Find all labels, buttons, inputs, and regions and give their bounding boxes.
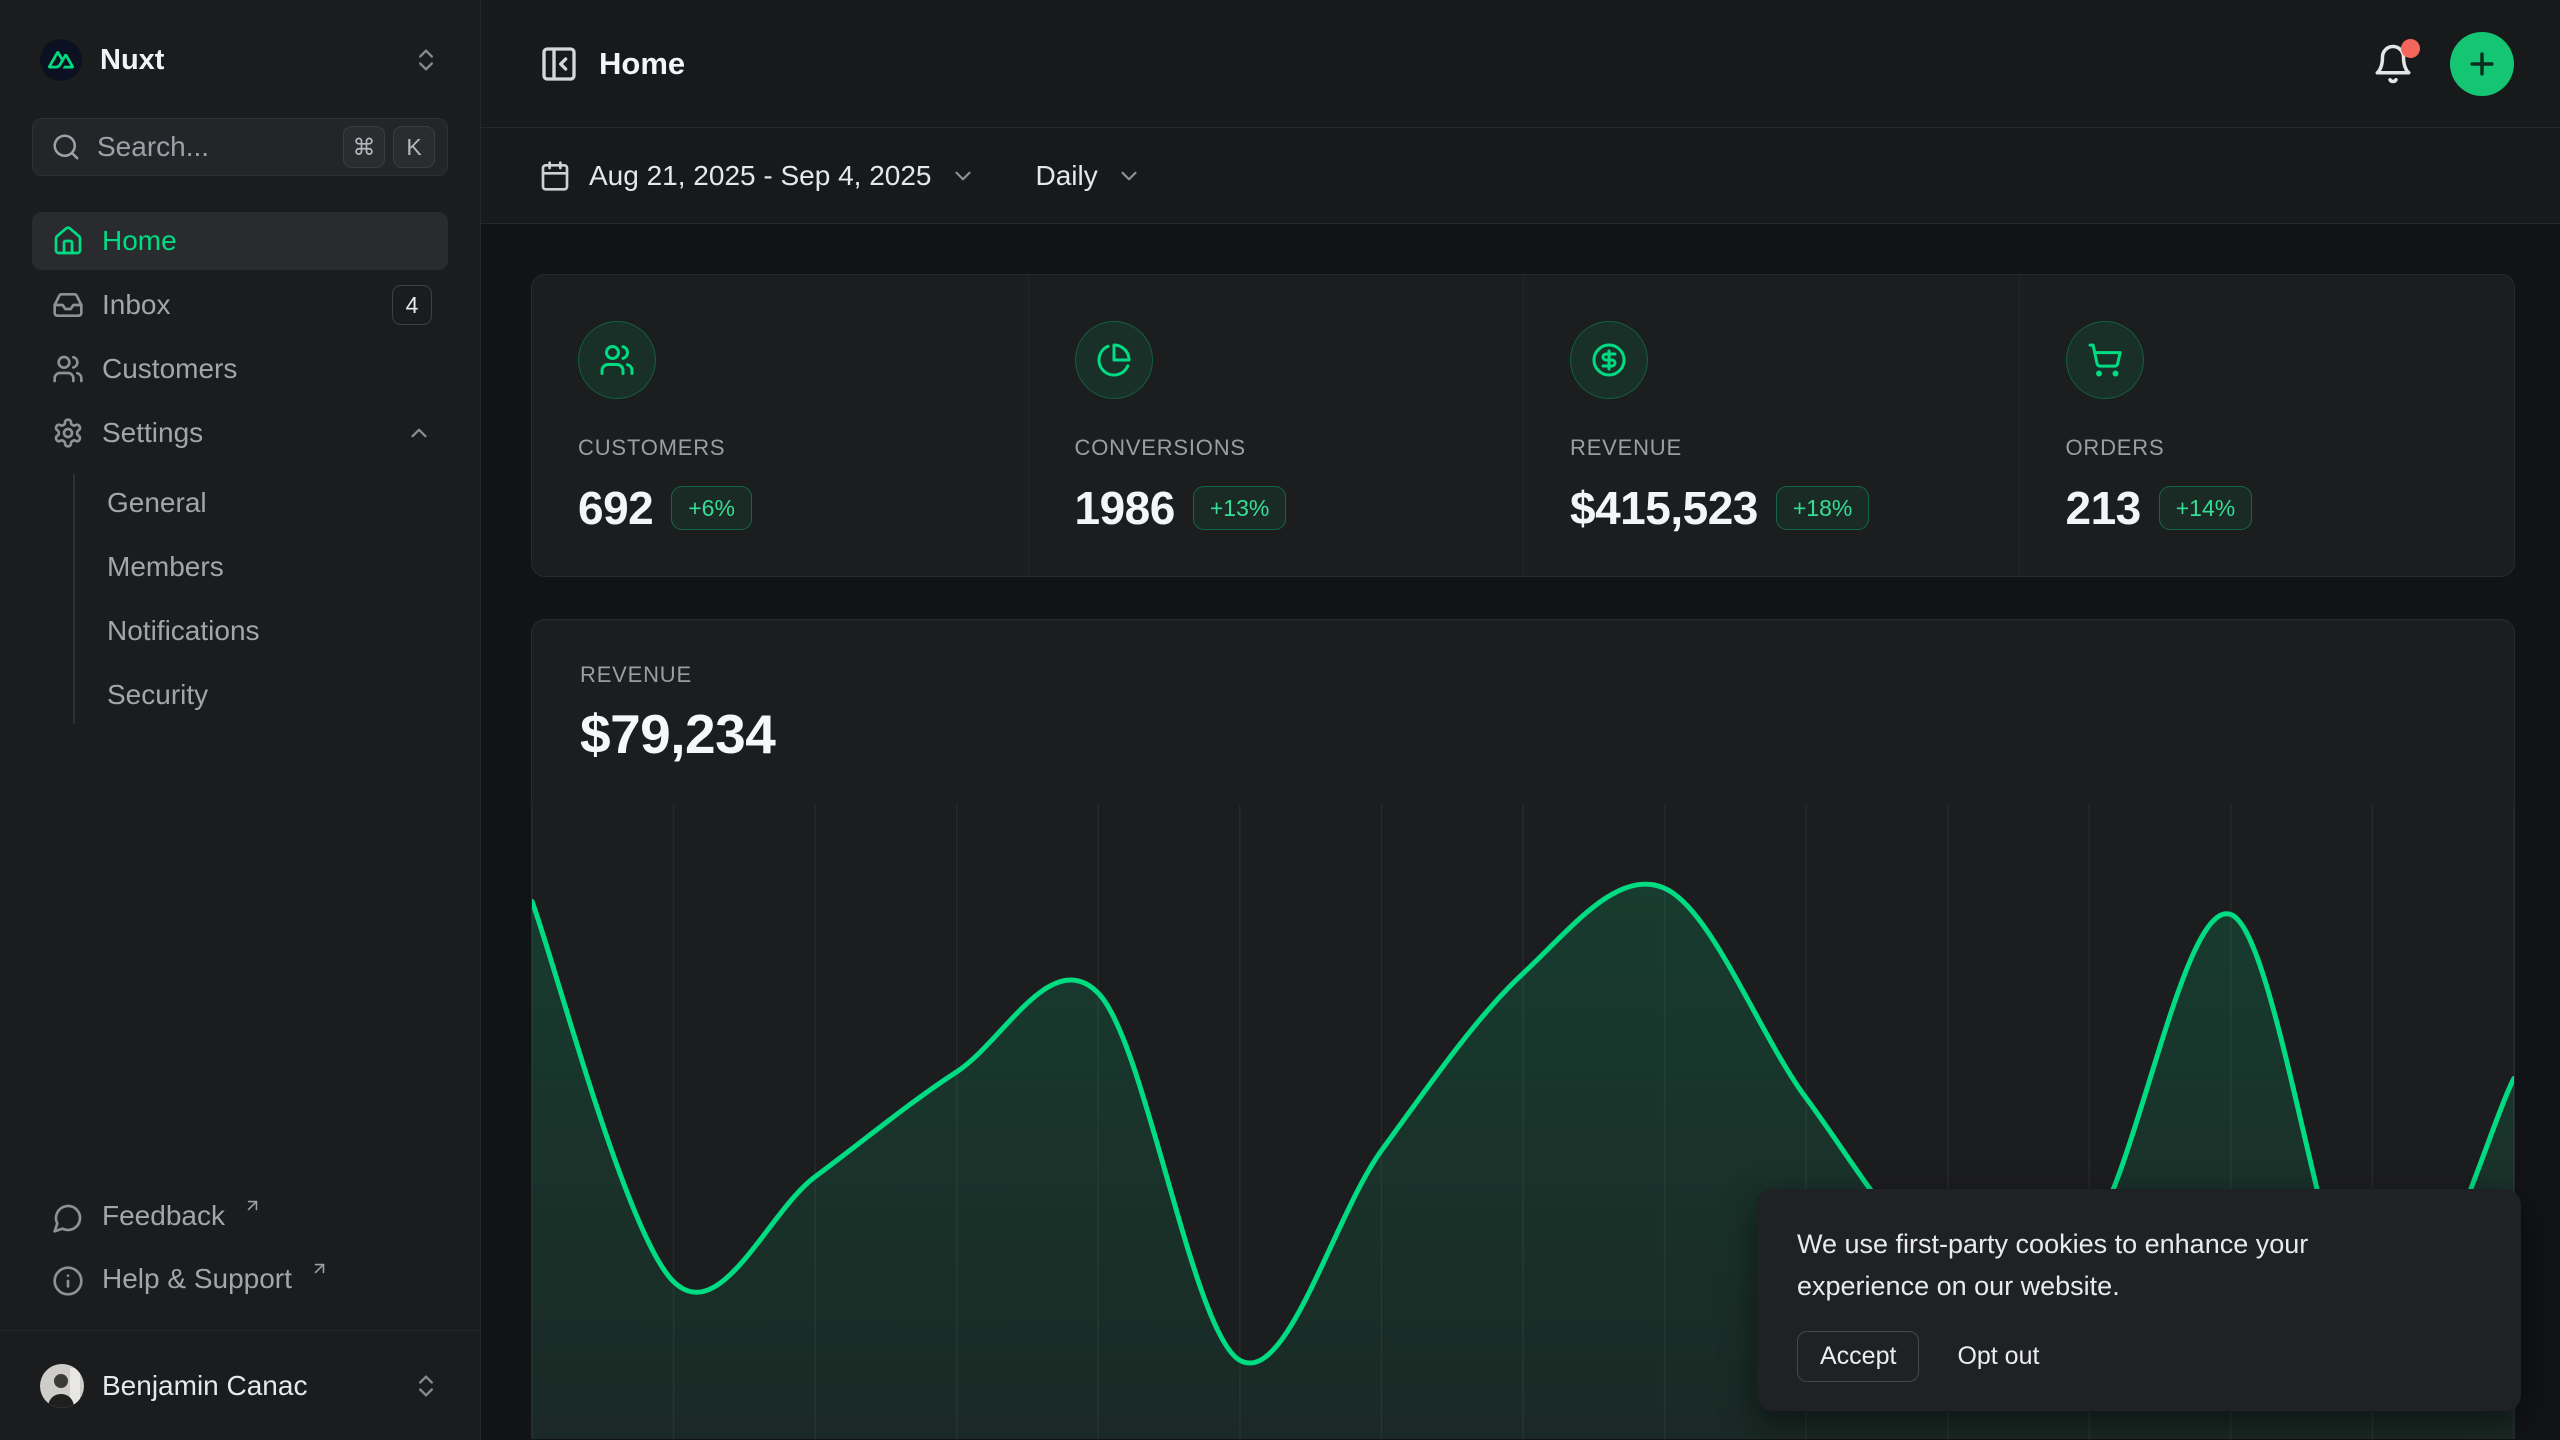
cookie-banner: We use first-party cookies to enhance yo… [1757, 1189, 2521, 1411]
sidebar-divider [0, 1330, 480, 1331]
granularity-select[interactable]: Daily [1036, 160, 1142, 192]
sidebar: Nuxt Search... ⌘ K Home [0, 0, 481, 1440]
stat-revenue[interactable]: REVENUE $415,523 +18% [1523, 275, 2019, 576]
settings-submenu: General Members Notifications Security [73, 474, 448, 724]
external-link-icon [310, 1259, 329, 1278]
chevron-down-icon [1116, 163, 1142, 189]
stat-delta-badge: +6% [671, 486, 752, 530]
notifications-bell-button[interactable] [2368, 39, 2418, 89]
kbd-cmd: ⌘ [343, 126, 385, 168]
sidebar-item-label: Home [102, 225, 177, 257]
avatar [40, 1364, 84, 1408]
cookie-message: We use first-party cookies to enhance yo… [1797, 1223, 2407, 1307]
stat-conversions[interactable]: CONVERSIONS 1986 +13% [1028, 275, 1524, 576]
footer-link-label: Help & Support [102, 1263, 292, 1295]
page-header: Home [481, 0, 2560, 128]
nuxt-logo-icon [40, 39, 82, 81]
filters-toolbar: Aug 21, 2025 - Sep 4, 2025 Daily [481, 128, 2560, 224]
inbox-icon [52, 289, 84, 321]
sidebar-item-home[interactable]: Home [32, 212, 448, 270]
chevrons-up-down-icon [412, 46, 440, 74]
stats-card: CUSTOMERS 692 +6% CONVERSIONS 1986 +13% [531, 274, 2515, 577]
help-support-link[interactable]: Help & Support [32, 1253, 448, 1309]
sidebar-item-label: Customers [102, 353, 237, 385]
stat-orders[interactable]: ORDERS 213 +14% [2019, 275, 2515, 576]
search-input[interactable]: Search... ⌘ K [32, 118, 448, 176]
chevrons-up-down-icon [412, 1372, 440, 1400]
sidebar-subitem-general[interactable]: General [107, 474, 448, 532]
kbd-k: K [393, 126, 435, 168]
inbox-count-badge: 4 [392, 285, 432, 325]
date-range-picker[interactable]: Aug 21, 2025 - Sep 4, 2025 [539, 160, 976, 192]
sidebar-nav: Home Inbox 4 Customers Settings [32, 212, 448, 724]
stat-value: $415,523 [1570, 481, 1758, 535]
external-link-icon [243, 1196, 262, 1215]
users-icon [52, 353, 84, 385]
calendar-icon [539, 160, 571, 192]
cookie-actions: Accept Opt out [1797, 1331, 2481, 1382]
house-icon [52, 225, 84, 257]
chevron-up-icon [406, 420, 432, 446]
sidebar-footer: Feedback Help & Support Benjamin Canac [32, 1190, 448, 1440]
stat-label: ORDERS [2066, 435, 2475, 461]
pie-chart-icon [1075, 321, 1153, 399]
stat-label: REVENUE [1570, 435, 1979, 461]
cookie-optout-button[interactable]: Opt out [1957, 1342, 2039, 1371]
revenue-chart-total: $79,234 [580, 702, 2466, 766]
stat-value: 1986 [1075, 481, 1175, 535]
chevron-down-icon [950, 163, 976, 189]
stat-delta-badge: +14% [2159, 486, 2252, 530]
sidebar-subitem-notifications[interactable]: Notifications [107, 602, 448, 660]
stat-delta-badge: +18% [1776, 486, 1869, 530]
sidebar-item-inbox[interactable]: Inbox 4 [32, 276, 448, 334]
notification-dot [2401, 39, 2420, 58]
stat-label: CONVERSIONS [1075, 435, 1484, 461]
header-actions [2368, 32, 2514, 96]
workspace-selector[interactable]: Nuxt [32, 32, 448, 88]
sidebar-subitem-members[interactable]: Members [107, 538, 448, 596]
date-range-label: Aug 21, 2025 - Sep 4, 2025 [589, 160, 932, 192]
stat-customers[interactable]: CUSTOMERS 692 +6% [532, 275, 1028, 576]
revenue-chart-label: REVENUE [580, 662, 2466, 688]
stat-value: 692 [578, 481, 653, 535]
feedback-link[interactable]: Feedback [32, 1190, 448, 1246]
footer-link-label: Feedback [102, 1200, 225, 1232]
gear-icon [52, 417, 84, 449]
stat-delta-badge: +13% [1193, 486, 1286, 530]
collapse-sidebar-button[interactable] [539, 44, 579, 84]
user-menu[interactable]: Benjamin Canac [32, 1350, 448, 1422]
sidebar-item-label: Settings [102, 417, 203, 449]
search-icon [51, 132, 81, 162]
user-name: Benjamin Canac [102, 1370, 307, 1402]
stat-value: 213 [2066, 481, 2141, 535]
cookie-accept-button[interactable]: Accept [1797, 1331, 1919, 1382]
sidebar-item-settings[interactable]: Settings [32, 404, 448, 462]
search-placeholder: Search... [97, 131, 327, 163]
dollar-circle-icon [1570, 321, 1648, 399]
add-button[interactable] [2450, 32, 2514, 96]
workspace-name: Nuxt [100, 44, 164, 77]
sidebar-subitem-security[interactable]: Security [107, 666, 448, 724]
page-title: Home [599, 46, 685, 82]
stat-label: CUSTOMERS [578, 435, 988, 461]
sidebar-item-label: Inbox [102, 289, 171, 321]
users-icon [578, 321, 656, 399]
message-bubble-icon [52, 1202, 84, 1234]
cart-icon [2066, 321, 2144, 399]
search-kbd-shortcut: ⌘ K [343, 126, 435, 168]
sidebar-item-customers[interactable]: Customers [32, 340, 448, 398]
info-circle-icon [52, 1265, 84, 1297]
granularity-label: Daily [1036, 160, 1098, 192]
